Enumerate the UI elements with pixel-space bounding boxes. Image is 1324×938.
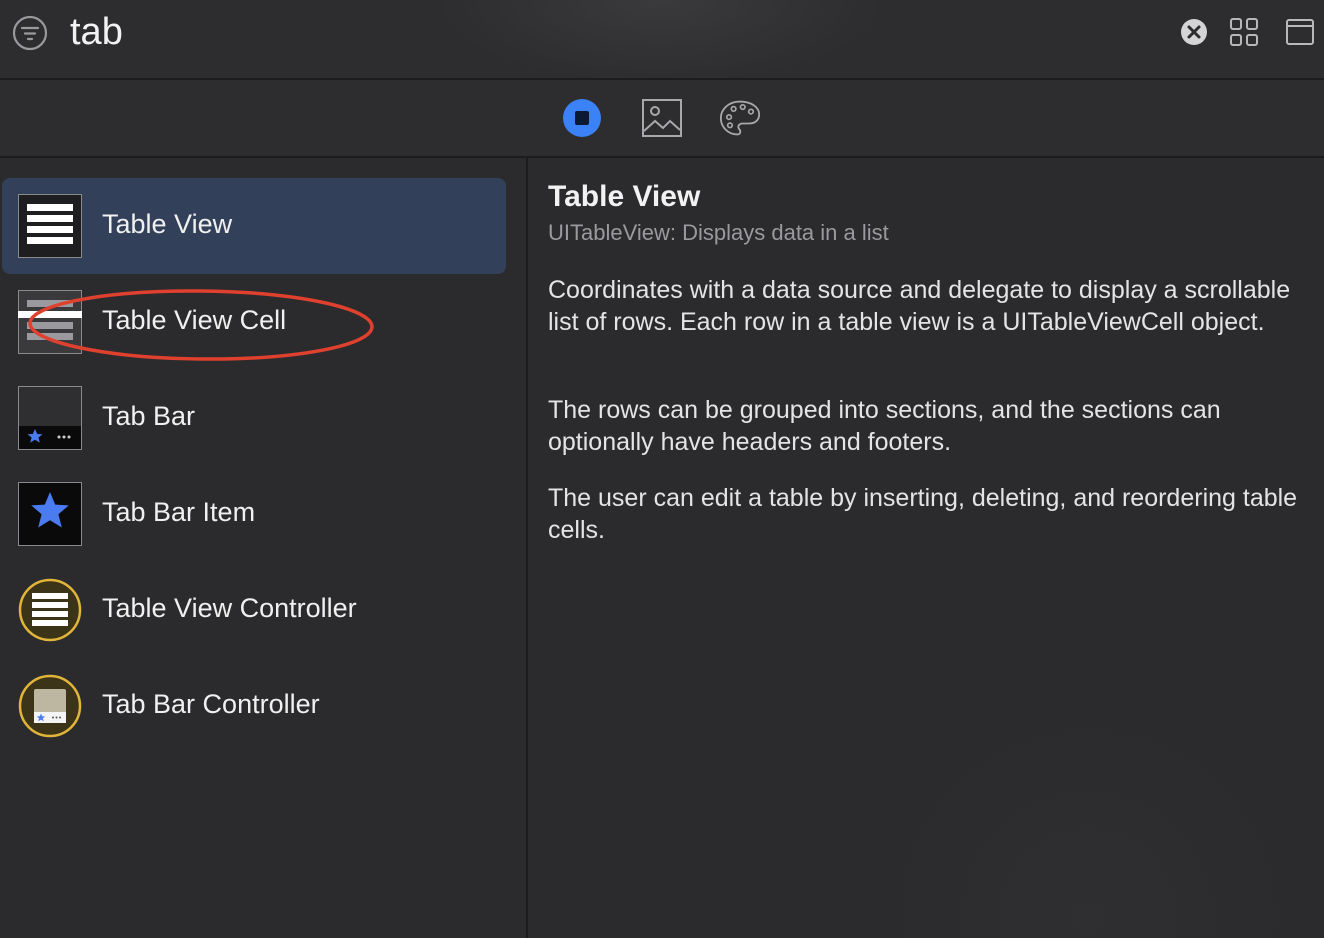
panel-toggle-icon[interactable] — [1285, 17, 1315, 47]
search-bar: tab — [0, 0, 1324, 80]
table-view-controller-icon — [18, 578, 82, 642]
detail-paragraph: The user can edit a table by inserting, … — [548, 484, 1298, 544]
object-list: Table View Table View Cell Tab Bar Tab B… — [0, 158, 528, 938]
library-category-bar — [0, 80, 1324, 158]
table-view-icon — [18, 194, 82, 258]
clear-search-icon[interactable] — [1180, 18, 1208, 46]
detail-paragraph: The rows can be grouped into sections, a… — [548, 396, 1221, 456]
list-item-tab-bar-controller[interactable]: Tab Bar Controller — [2, 658, 506, 754]
objects-tab-icon[interactable] — [561, 97, 603, 139]
grid-view-icon[interactable] — [1229, 17, 1259, 47]
list-item-table-view-cell[interactable]: Table View Cell — [2, 274, 506, 370]
list-item-label: Tab Bar — [102, 401, 196, 431]
detail-pane: Table View UITableView: Displays data in… — [528, 158, 1324, 938]
list-item-label: Table View — [102, 209, 233, 239]
list-item-table-view-controller[interactable]: Table View Controller — [2, 562, 506, 658]
tab-bar-item-icon — [18, 482, 82, 546]
list-item-label: Table View Cell — [102, 305, 287, 335]
tab-bar-icon — [18, 386, 82, 450]
detail-title: Table View — [548, 180, 701, 213]
filter-icon[interactable] — [12, 15, 48, 51]
object-library-window: tab Table View Table View Cell Tab Bar T… — [0, 0, 1324, 938]
list-item-label: Table View Controller — [102, 593, 357, 623]
list-item-table-view[interactable]: Table View — [2, 178, 506, 274]
colors-tab-icon[interactable] — [719, 97, 761, 139]
list-item-tab-bar[interactable]: Tab Bar — [2, 370, 506, 466]
table-view-cell-icon — [18, 290, 82, 354]
list-item-label: Tab Bar Item — [102, 497, 256, 527]
search-input[interactable]: tab — [70, 10, 123, 54]
detail-subtitle: UITableView: Displays data in a list — [548, 220, 889, 245]
detail-paragraph: Coordinates with a data source and deleg… — [548, 276, 1291, 336]
list-item-label: Tab Bar Controller — [102, 689, 320, 719]
list-item-tab-bar-item[interactable]: Tab Bar Item — [2, 466, 506, 562]
tab-bar-controller-icon — [18, 674, 82, 738]
media-tab-icon[interactable] — [641, 97, 683, 139]
